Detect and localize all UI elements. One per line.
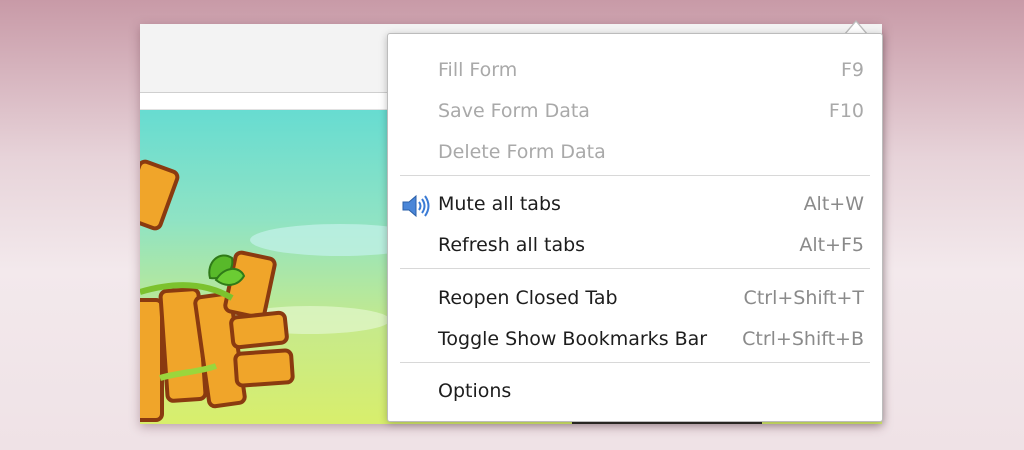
menu-item-reopen-closed-tab[interactable]: Reopen Closed Tab Ctrl+Shift+T <box>388 278 882 318</box>
context-menu: Fill Form F9 Save Form Data F10 Delete F… <box>387 33 883 422</box>
menu-item-shortcut: Ctrl+Shift+B <box>742 328 864 350</box>
menu-item-shortcut: F9 <box>840 59 864 81</box>
menu-separator <box>400 268 870 269</box>
menu-item-shortcut: Alt+W <box>803 193 864 215</box>
menu-item-options[interactable]: Options <box>388 371 882 411</box>
menu-item-shortcut: Alt+F5 <box>799 234 864 256</box>
menu-separator <box>400 362 870 363</box>
menu-item-save-form-data[interactable]: Save Form Data F10 <box>388 91 882 131</box>
menu-item-label: Options <box>438 380 512 402</box>
menu-item-delete-form-data[interactable]: Delete Form Data <box>388 132 882 172</box>
menu-separator <box>400 175 870 176</box>
menu-item-label: Refresh all tabs <box>438 234 586 256</box>
menu-item-label: Reopen Closed Tab <box>438 287 618 309</box>
menu-item-refresh-all-tabs[interactable]: Refresh all tabs Alt+F5 <box>388 225 882 265</box>
menu-item-toggle-bookmarks-bar[interactable]: Toggle Show Bookmarks Bar Ctrl+Shift+B <box>388 319 882 359</box>
menu-item-mute-all-tabs[interactable]: Mute all tabs Alt+W <box>388 184 882 224</box>
menu-item-label: Save Form Data <box>438 100 590 122</box>
menu-item-shortcut: F10 <box>828 100 864 122</box>
menu-item-label: Delete Form Data <box>438 141 606 163</box>
menu-item-label: Fill Form <box>438 59 518 81</box>
menu-item-label: Toggle Show Bookmarks Bar <box>438 328 708 350</box>
menu-item-label: Mute all tabs <box>438 193 561 215</box>
menu-item-fill-form[interactable]: Fill Form F9 <box>388 50 882 90</box>
menu-item-shortcut: Ctrl+Shift+T <box>743 287 864 309</box>
speaker-icon <box>401 192 433 218</box>
